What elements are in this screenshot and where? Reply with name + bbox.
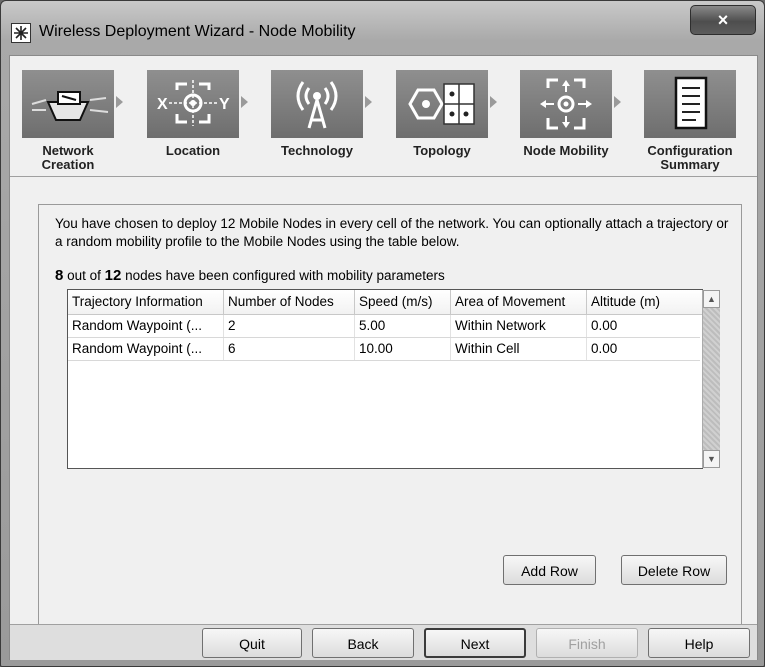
step-arrow-icon <box>365 96 372 108</box>
cell-altitude[interactable]: 0.00 <box>587 338 700 360</box>
table-scrollbar[interactable]: ▲ ▼ <box>702 290 720 468</box>
scroll-down-icon[interactable]: ▼ <box>703 450 720 468</box>
close-button[interactable]: × <box>690 5 756 35</box>
step-technology[interactable]: Technology <box>271 70 372 174</box>
document-icon <box>644 70 736 138</box>
total-number: 12 <box>104 267 122 284</box>
title-bar: Wireless Deployment Wizard - Node Mobili… <box>1 1 764 43</box>
back-button[interactable]: Back <box>312 628 414 658</box>
app-icon <box>11 23 31 43</box>
network-creation-icon <box>22 70 114 138</box>
svg-text:Y: Y <box>219 96 230 113</box>
add-row-button[interactable]: Add Row <box>503 555 596 585</box>
step-label: Configuration Summary <box>647 143 733 172</box>
wizard-body: Network Creation X Y Location Technology… <box>9 55 758 660</box>
step-node-mobility[interactable]: Node Mobility <box>520 70 621 174</box>
configured-number: 8 <box>55 267 64 284</box>
cell-trajectory[interactable]: Random Waypoint (... <box>68 315 224 337</box>
table-row[interactable]: Random Waypoint (... 2 5.00 Within Netwo… <box>68 315 700 338</box>
cell-area[interactable]: Within Cell <box>451 338 587 360</box>
step-arrow-icon <box>490 96 497 108</box>
column-trajectory[interactable]: Trajectory Information <box>68 290 224 314</box>
configured-count: 8 out of 12 nodes have been configured w… <box>55 267 445 284</box>
step-label: Node Mobility <box>523 143 609 158</box>
step-arrow-icon <box>241 96 248 108</box>
cell-altitude[interactable]: 0.00 <box>587 315 700 337</box>
cell-number-of-nodes[interactable]: 2 <box>224 315 355 337</box>
wizard-steps: Network Creation X Y Location Technology… <box>10 56 757 177</box>
content-panel: You have chosen to deploy 12 Mobile Node… <box>38 204 742 644</box>
delete-row-button[interactable]: Delete Row <box>621 555 727 585</box>
step-arrow-icon <box>614 96 621 108</box>
cell-number-of-nodes[interactable]: 6 <box>224 338 355 360</box>
cell-speed[interactable]: 10.00 <box>355 338 451 360</box>
button-bar: Quit Back Next Finish Help <box>10 624 757 660</box>
wizard-window: Wireless Deployment Wizard - Node Mobili… <box>0 0 765 667</box>
table-header: Trajectory Information Number of Nodes S… <box>68 290 702 315</box>
step-label: Network Creation <box>41 143 95 172</box>
location-crosshair-icon: X Y <box>147 70 239 138</box>
cell-trajectory[interactable]: Random Waypoint (... <box>68 338 224 360</box>
column-area[interactable]: Area of Movement <box>451 290 587 314</box>
svg-text:X: X <box>157 96 168 113</box>
column-speed[interactable]: Speed (m/s) <box>355 290 451 314</box>
step-network-creation[interactable]: Network Creation <box>22 70 123 174</box>
table-row[interactable]: Random Waypoint (... 6 10.00 Within Cell… <box>68 338 700 361</box>
quit-button[interactable]: Quit <box>202 628 302 658</box>
step-topology[interactable]: Topology <box>396 70 497 174</box>
step-label: Technology <box>281 143 353 158</box>
count-out-of: out of <box>67 268 101 283</box>
node-mobility-icon <box>520 70 612 138</box>
mobility-table[interactable]: Trajectory Information Number of Nodes S… <box>67 289 720 469</box>
cell-area[interactable]: Within Network <box>451 315 587 337</box>
cell-speed[interactable]: 5.00 <box>355 315 451 337</box>
finish-button: Finish <box>536 628 638 658</box>
step-label: Topology <box>413 143 471 158</box>
topology-tiles-icon <box>396 70 488 138</box>
antenna-tower-icon <box>271 70 363 138</box>
intro-text: You have chosen to deploy 12 Mobile Node… <box>55 216 729 249</box>
step-label: Location <box>165 143 221 158</box>
column-number-of-nodes[interactable]: Number of Nodes <box>224 290 355 314</box>
help-button[interactable]: Help <box>648 628 750 658</box>
step-configuration-summary[interactable]: Configuration Summary <box>644 70 744 174</box>
count-suffix: nodes have been configured with mobility… <box>125 268 445 283</box>
step-location[interactable]: X Y Location <box>147 70 248 174</box>
step-arrow-icon <box>116 96 123 108</box>
column-altitude[interactable]: Altitude (m) <box>587 290 702 314</box>
scroll-up-icon[interactable]: ▲ <box>703 290 720 308</box>
next-button[interactable]: Next <box>424 628 526 658</box>
window-title: Wireless Deployment Wizard - Node Mobili… <box>39 23 356 40</box>
